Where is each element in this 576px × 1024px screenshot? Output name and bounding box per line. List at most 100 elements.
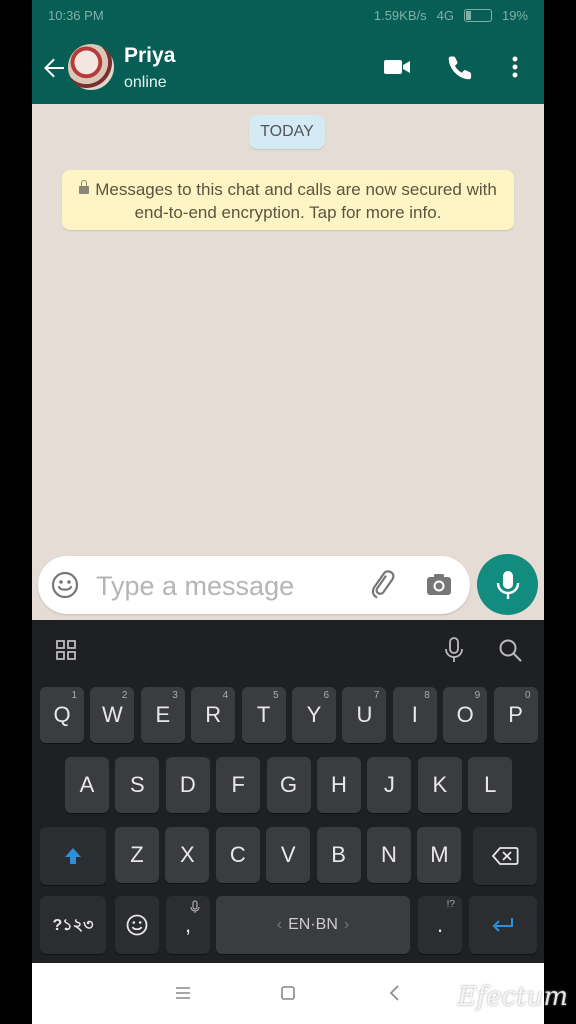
key-o[interactable]: O9 <box>443 687 488 743</box>
key-t[interactable]: T5 <box>241 687 286 743</box>
key-p-label: P <box>508 702 523 727</box>
key-u[interactable]: U7 <box>342 687 387 743</box>
key-m[interactable]: M <box>417 827 462 883</box>
key-r[interactable]: R4 <box>191 687 236 743</box>
key-q[interactable]: Q1 <box>40 687 84 743</box>
key-l[interactable]: L <box>468 757 513 813</box>
key-u-label: U <box>356 702 373 727</box>
nav-back-icon[interactable] <box>388 984 400 1002</box>
key-j[interactable]: J <box>367 757 412 813</box>
key-s-label: S <box>130 772 145 797</box>
key-o-label: O <box>456 702 474 727</box>
enter-key[interactable] <box>469 896 537 954</box>
emoji-icon <box>126 914 148 936</box>
comma-key-label: , <box>184 912 192 937</box>
key-h[interactable]: H <box>317 757 361 813</box>
key-e[interactable]: E3 <box>140 687 185 743</box>
on-screen-keyboard: Q1W2E3R4T5Y6U7I8O9P0 ASDFGHJKL ZXCVBNM ?… <box>32 620 544 963</box>
key-c[interactable]: C <box>215 827 260 883</box>
key-z[interactable]: Z <box>115 827 159 883</box>
key-a[interactable]: A <box>65 757 109 813</box>
keyboard-voice-icon[interactable] <box>442 636 466 664</box>
key-c-label: C <box>229 842 246 867</box>
menu-icon[interactable] <box>175 986 191 1000</box>
key-p[interactable]: P0 <box>493 687 538 743</box>
contact-avatar[interactable] <box>68 44 114 90</box>
key-d[interactable]: D <box>165 757 210 813</box>
key-r-hint: 4 <box>222 690 229 701</box>
symbols-key[interactable]: ?১২৩ <box>40 896 106 954</box>
comma-key-voice-icon <box>190 900 200 913</box>
battery-level: 19% <box>501 7 528 23</box>
key-s[interactable]: S <box>115 757 160 813</box>
chat-header: Priya online <box>32 30 544 104</box>
key-q-label: Q <box>53 702 71 727</box>
key-y-hint: 6 <box>323 690 329 701</box>
key-n[interactable]: N <box>367 827 411 883</box>
keyboard-toolbar <box>32 620 544 680</box>
key-t-label: T <box>256 702 271 727</box>
emoji-icon[interactable] <box>50 570 80 600</box>
key-o-hint: 9 <box>474 690 481 701</box>
key-x[interactable]: X <box>165 827 210 883</box>
key-t-hint: 5 <box>273 690 279 701</box>
key-b[interactable]: B <box>316 827 361 883</box>
battery-icon <box>463 8 492 22</box>
key-w[interactable]: W2 <box>90 687 135 743</box>
key-f-label: F <box>231 772 245 797</box>
key-n-label: N <box>381 842 397 867</box>
key-f[interactable]: F <box>216 757 261 813</box>
key-i-label: I <box>411 702 418 727</box>
shift-key[interactable] <box>40 827 106 885</box>
key-v[interactable]: V <box>266 827 311 883</box>
key-a-label: A <box>79 772 95 797</box>
voice-message-button[interactable] <box>477 554 538 615</box>
key-k-label: K <box>432 772 448 797</box>
key-i-hint: 8 <box>424 690 430 701</box>
attachment-icon[interactable] <box>368 570 398 600</box>
key-y[interactable]: Y6 <box>292 687 336 743</box>
video-call-icon[interactable] <box>382 52 412 82</box>
keyboard-search-icon[interactable] <box>497 637 523 663</box>
key-d-label: D <box>179 772 196 797</box>
message-input[interactable] <box>94 566 348 606</box>
shift-arrow-icon <box>65 848 81 864</box>
voice-call-icon[interactable] <box>445 52 475 82</box>
key-v-label: V <box>280 842 296 867</box>
encryption-notice-text: Messages to this chat and calls are now … <box>95 180 497 222</box>
contact-presence: online <box>124 74 167 91</box>
space-key-label: EN·BN <box>288 916 338 933</box>
more-options-icon[interactable] <box>500 52 530 82</box>
back-arrow-icon[interactable] <box>40 54 68 82</box>
space-key[interactable]: ‹ EN·BN › <box>216 896 410 954</box>
contact-name[interactable]: Priya <box>124 44 175 68</box>
watermark-logo: Efectum <box>457 982 568 1012</box>
key-e-hint: 3 <box>172 690 178 701</box>
encryption-notice[interactable]: Messages to this chat and calls are now … <box>62 170 514 230</box>
key-h-label: H <box>331 772 347 797</box>
space-left-arrow-icon: ‹ <box>276 916 283 933</box>
network-speed: 1.59KB/s <box>373 7 427 23</box>
keyboard-apps-icon[interactable] <box>54 638 78 662</box>
key-w-label: W <box>102 702 123 727</box>
key-r-label: R <box>205 702 222 727</box>
period-key-hint: !? <box>446 899 455 910</box>
key-b-label: B <box>331 842 346 867</box>
lock-icon <box>79 180 90 194</box>
key-l-label: L <box>484 772 497 797</box>
period-key[interactable]: . !? <box>418 896 462 954</box>
phone-screen: 10:36 PM 1.59KB/s 4 G 19% Priya online T O… <box>32 0 544 1024</box>
key-i[interactable]: I8 <box>392 687 437 743</box>
comma-key[interactable]: , <box>166 896 210 954</box>
key-g-label: G <box>280 772 298 797</box>
key-u-hint: 7 <box>373 690 380 701</box>
key-y-label: Y <box>306 702 322 727</box>
key-w-hint: 2 <box>121 690 128 701</box>
key-k[interactable]: K <box>417 757 462 813</box>
backspace-key[interactable] <box>473 827 537 885</box>
emoji-key[interactable] <box>115 896 159 954</box>
home-icon[interactable] <box>280 985 296 1001</box>
status-time: 10:36 PM <box>48 7 104 23</box>
key-g[interactable]: G <box>266 757 311 813</box>
camera-icon[interactable] <box>424 570 454 600</box>
